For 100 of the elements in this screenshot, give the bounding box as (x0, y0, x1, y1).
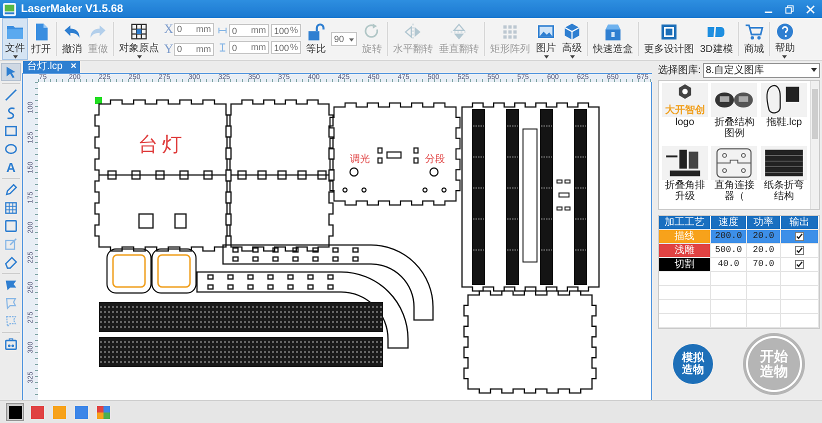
restore-icon[interactable] (784, 4, 795, 14)
checkbox[interactable] (795, 232, 804, 241)
pencil-icon (4, 183, 18, 197)
table-cell: 20.0 (747, 230, 781, 243)
thumbnail-drawing (711, 83, 758, 117)
multicolor-icon (96, 406, 110, 418)
lattice-strip[interactable] (99, 337, 383, 367)
document-tab[interactable]: 台灯.lcp × (23, 61, 80, 73)
lattice-strip[interactable] (99, 302, 383, 332)
shop-button[interactable]: 商城 (740, 18, 767, 60)
app-logo-icon (2, 2, 17, 16)
file-button[interactable]: 文件 (2, 18, 28, 60)
robot-icon (4, 337, 18, 351)
item-caption: logo (675, 117, 694, 128)
checkbox[interactable] (795, 246, 804, 255)
rectangle-icon (4, 124, 18, 138)
column-header: 速度 (711, 216, 747, 229)
scrollbar[interactable] (810, 81, 819, 209)
connector-piece[interactable] (106, 248, 152, 294)
proportion-button[interactable]: 等比 (303, 18, 329, 60)
axis-label: Y (164, 41, 172, 57)
grid-icon (4, 201, 18, 215)
close-button[interactable]: × (70, 61, 76, 73)
item-caption: 直角连接器（ (713, 180, 756, 202)
flag-icon (4, 296, 18, 310)
library-label: 选择图库: (658, 64, 701, 77)
thumbnail-drawing (761, 83, 808, 117)
box-panel[interactable] (329, 102, 461, 206)
help-button[interactable]: 帮助 (772, 18, 798, 60)
open-button[interactable]: 打开 (28, 18, 54, 60)
close-icon[interactable] (805, 4, 816, 14)
image-button[interactable]: 图片 (533, 18, 559, 60)
caret-icon (12, 55, 18, 59)
select-tool[interactable] (1, 63, 21, 81)
quick-box-button[interactable]: 快速造盒 (590, 18, 636, 60)
table-cell: 40.0 (711, 258, 747, 271)
caret-icon (811, 68, 817, 72)
caret-icon (349, 38, 354, 42)
table-cell: 200.0 (711, 230, 747, 243)
caret-icon (544, 55, 548, 59)
table-cell: 500.0 (711, 244, 747, 257)
text-tool[interactable]: A (1, 158, 21, 176)
advanced-button[interactable]: 高级 (559, 18, 585, 60)
thumbnail-drawing (761, 146, 808, 180)
lock-icon (306, 22, 326, 42)
box-icon (603, 22, 623, 42)
cube-icon (562, 22, 582, 42)
selection-handle[interactable] (95, 97, 102, 104)
design-label[interactable]: 分段 (425, 154, 445, 165)
slotted-panel[interactable] (461, 102, 600, 292)
column-header: 功率 (747, 216, 781, 229)
help-icon (774, 22, 795, 42)
origin-button[interactable]: 对象原点 (116, 18, 162, 60)
library-dropdown[interactable]: 8.自定义图库 (702, 62, 820, 78)
column-header: 输出 (781, 216, 819, 229)
thumbnail-drawing (662, 146, 708, 180)
flag-icon (4, 314, 18, 328)
height-icon (218, 43, 227, 52)
edit-icon (4, 237, 18, 251)
angle-dropdown[interactable]: 90 (331, 32, 357, 46)
table-cell: 70.0 (747, 258, 781, 271)
table-row[interactable]: 描线 200.0 20.0 (659, 230, 819, 244)
design-canvas[interactable]: 台灯 调光 分段 (38, 82, 652, 403)
connector-piece[interactable] (151, 248, 197, 294)
design-label[interactable]: 台灯 (138, 134, 186, 156)
design-label[interactable]: 调光 (350, 154, 370, 165)
eraser-icon (4, 255, 18, 269)
caret-icon (136, 55, 142, 59)
axis-label: X (164, 21, 172, 37)
multicolor-swatch[interactable] (94, 403, 112, 421)
logo-text: 大开智创 (662, 105, 708, 117)
box-panel[interactable] (94, 99, 231, 252)
3d-modeling-button[interactable]: 3D建模 (697, 18, 736, 60)
thumbnail-drawing (711, 146, 758, 180)
caret-icon (782, 55, 788, 59)
caret-icon (570, 55, 574, 59)
pointer-icon (4, 65, 18, 79)
table-row[interactable]: 切割 40.0 70.0 (659, 258, 819, 272)
table-cell: 20.0 (747, 244, 781, 257)
box-panel[interactable] (463, 290, 597, 394)
item-caption: 拖鞋.lcp (766, 117, 802, 128)
checkbox[interactable] (795, 260, 804, 269)
simulate-button[interactable]: 模拟造物 (673, 344, 713, 384)
process-cell[interactable]: 浅雕 (659, 244, 711, 257)
item-caption: 折叠结构图例 (713, 117, 756, 139)
flag-icon (4, 278, 18, 292)
curved-strip[interactable] (222, 244, 434, 321)
table-row[interactable]: 浅雕 500.0 20.0 (659, 244, 819, 258)
box-panel[interactable] (226, 99, 334, 252)
more-designs-button[interactable]: 更多设计图 (641, 18, 697, 60)
item-caption: 纸条折弯结构 (763, 180, 806, 202)
undo-button[interactable]: 撤消 (59, 18, 85, 60)
curved-strip[interactable] (196, 271, 409, 349)
square-icon (4, 219, 18, 233)
column-header: 加工工艺 (659, 216, 711, 229)
frame-icon (659, 22, 679, 42)
cart-icon (744, 22, 764, 42)
thumbnail-drawing (662, 83, 708, 105)
ellipse-icon (4, 142, 18, 156)
process-cell[interactable]: 切割 (659, 258, 711, 271)
